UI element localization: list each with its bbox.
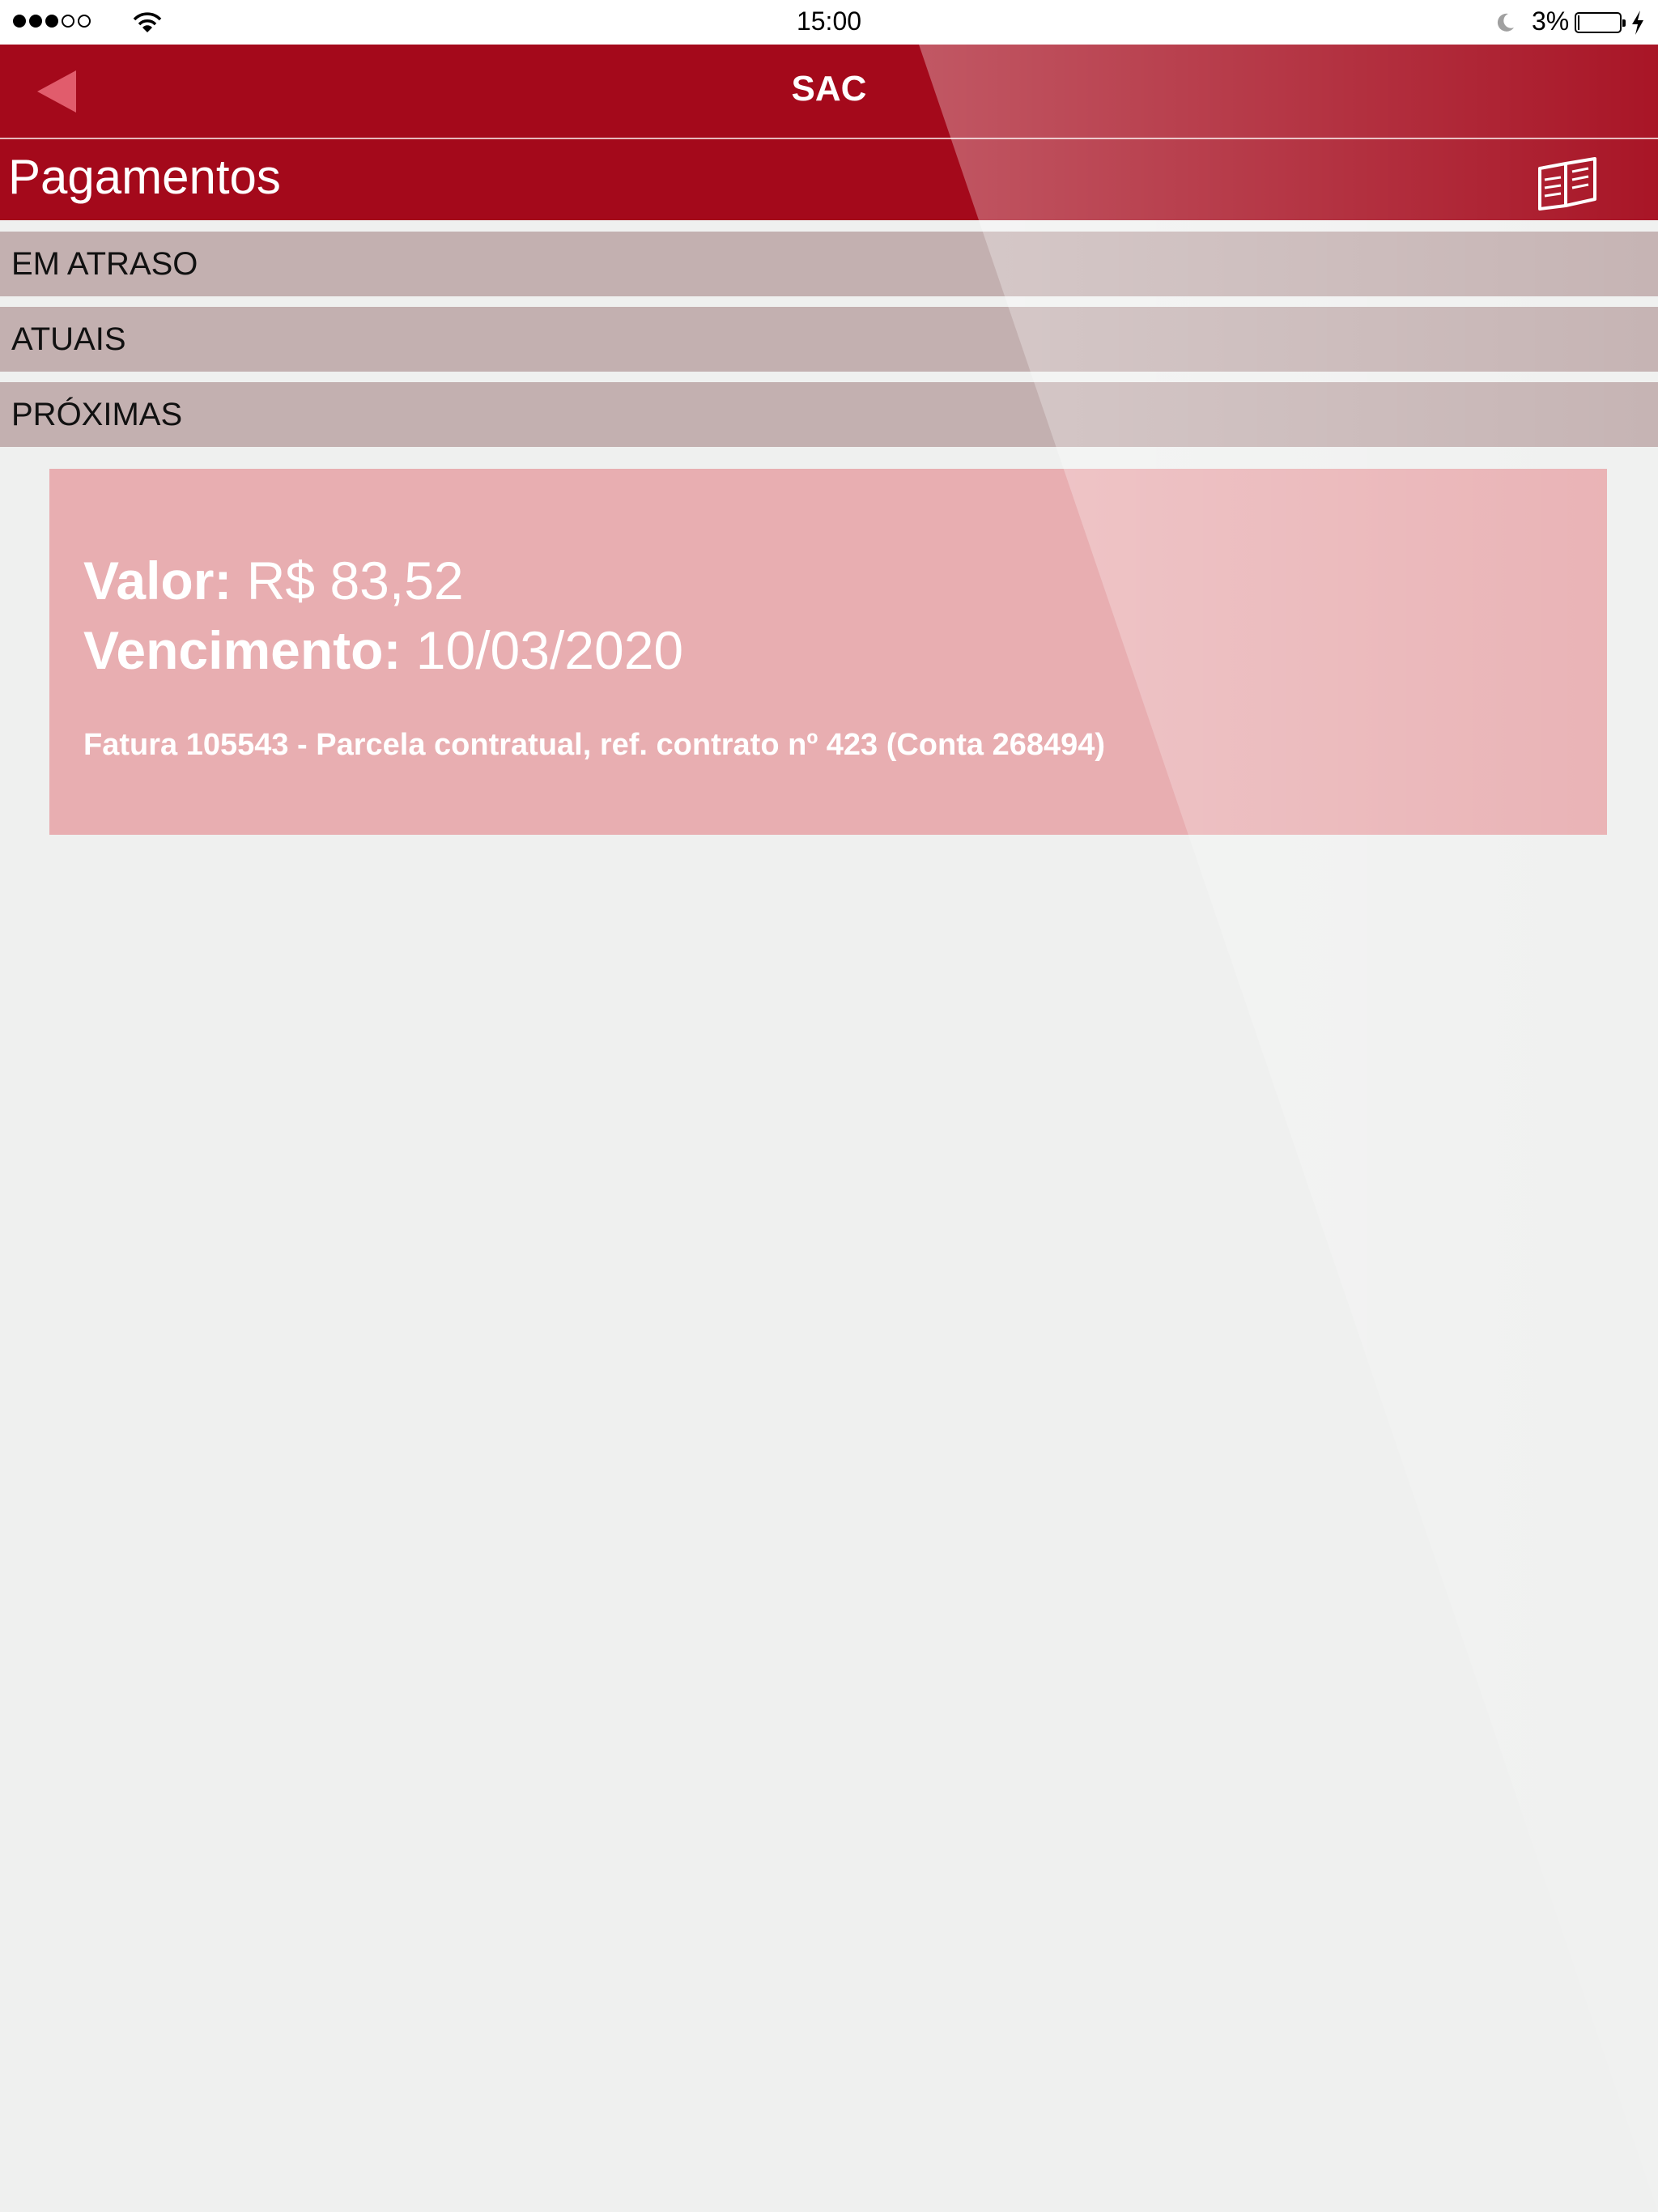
valor-value: R$ 83,52 bbox=[246, 551, 464, 610]
nav-bar: SAC bbox=[0, 45, 1658, 138]
tab-label: PRÓXIMAS bbox=[11, 397, 183, 432]
charging-bolt-icon bbox=[1632, 11, 1643, 35]
payment-description: Fatura 105543 - Parcela contratual, ref.… bbox=[83, 728, 1106, 762]
page-title: Pagamentos bbox=[8, 150, 281, 204]
moon-icon bbox=[1497, 13, 1514, 32]
vencimento-value: 10/03/2020 bbox=[415, 620, 684, 680]
payment-valor: Valor: R$ 83,52 bbox=[83, 550, 464, 611]
status-time: 15:00 bbox=[796, 6, 862, 36]
nav-title: SAC bbox=[791, 69, 867, 108]
tab-atuais[interactable]: ATUAIS bbox=[0, 307, 1658, 372]
battery-icon bbox=[1575, 12, 1626, 33]
status-bar: 15:00 3% bbox=[0, 0, 1658, 45]
tab-em-atraso[interactable]: EM ATRASO bbox=[0, 232, 1658, 296]
payment-vencimento: Vencimento: 10/03/2020 bbox=[83, 619, 683, 681]
valor-label: Valor: bbox=[83, 551, 232, 610]
payment-card[interactable]: Valor: R$ 83,52 Vencimento: 10/03/2020 F… bbox=[49, 469, 1607, 835]
vencimento-label: Vencimento: bbox=[83, 620, 402, 680]
tab-label: ATUAIS bbox=[11, 321, 126, 357]
tab-proximas[interactable]: PRÓXIMAS bbox=[0, 382, 1658, 447]
tab-label: EM ATRASO bbox=[11, 246, 198, 282]
book-icon[interactable] bbox=[1535, 157, 1600, 211]
section-header: Pagamentos bbox=[0, 139, 1658, 220]
battery-percent: 3% bbox=[1532, 6, 1570, 36]
